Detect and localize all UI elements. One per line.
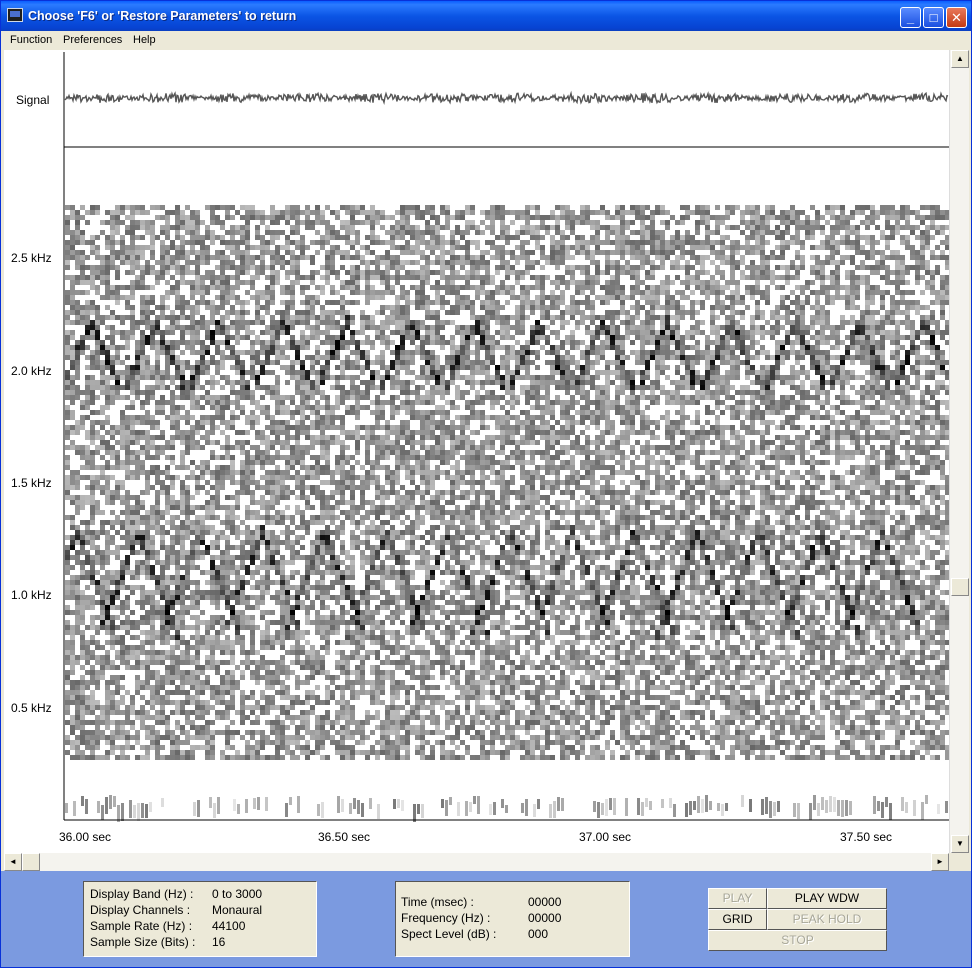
- menu-bar: Function Preferences Help: [1, 31, 971, 50]
- y-tick-label: 2.5 kHz: [11, 251, 52, 265]
- window-title: Choose 'F6' or 'Restore Parameters' to r…: [28, 9, 297, 23]
- setting-value: 44100: [212, 919, 246, 933]
- x-tick-label: 37.00 sec: [579, 830, 632, 844]
- maximize-button[interactable]: □: [923, 7, 944, 28]
- status-panel: Display Band (Hz) : 0 to 3000 Display Ch…: [1, 871, 971, 967]
- readout-value: 00000: [528, 911, 562, 925]
- stop-button[interactable]: STOP: [708, 930, 887, 951]
- setting-value: 16: [212, 935, 226, 949]
- y-tick-label: 1.0 kHz: [11, 588, 52, 602]
- horizontal-scroll-thumb[interactable]: [22, 853, 40, 871]
- minimize-button[interactable]: _: [900, 7, 921, 28]
- spectrogram-image: [65, 205, 949, 822]
- spectrogram-canvas[interactable]: [4, 50, 949, 853]
- setting-label: Sample Size (Bits) :: [90, 935, 196, 949]
- spectrogram-plot[interactable]: Signal 2.5 kHz 2.0 kHz 1.5 kHz 1.0 kHz 0…: [4, 50, 949, 853]
- signal-waveform: [64, 90, 949, 106]
- scroll-down-arrow-icon[interactable]: ▼: [951, 835, 969, 853]
- peak-hold-button[interactable]: PEAK HOLD: [767, 909, 887, 930]
- grid-button[interactable]: GRID: [708, 909, 767, 930]
- x-tick-label: 36.50 sec: [318, 830, 371, 844]
- app-window: Choose 'F6' or 'Restore Parameters' to r…: [0, 0, 972, 968]
- readout-value: 00000: [528, 895, 562, 909]
- y-tick-label: 2.0 kHz: [11, 364, 52, 378]
- menu-preferences[interactable]: Preferences: [63, 34, 122, 46]
- scroll-right-arrow-icon[interactable]: ►: [931, 853, 949, 871]
- setting-label: Sample Rate (Hz) :: [90, 919, 193, 933]
- horizontal-scrollbar[interactable]: ◄ ►: [4, 853, 949, 871]
- x-tick-label: 37.50 sec: [840, 830, 893, 844]
- vertical-scroll-thumb[interactable]: [951, 578, 969, 596]
- close-button[interactable]: ✕: [946, 7, 967, 28]
- app-monitor-icon[interactable]: [7, 8, 23, 22]
- setting-label: Display Band (Hz) :: [90, 887, 194, 901]
- y-tick-label: 0.5 kHz: [11, 701, 52, 715]
- readout-value: 000: [528, 927, 549, 941]
- vertical-scrollbar[interactable]: ▲ ▼: [949, 50, 969, 853]
- x-tick-label: 36.00 sec: [59, 830, 112, 844]
- play-window-button[interactable]: PLAY WDW: [767, 888, 887, 909]
- readout-label: Spect Level (dB) :: [401, 927, 497, 941]
- y-tick-label: 1.5 kHz: [11, 476, 52, 490]
- settings-info-box: Display Band (Hz) : 0 to 3000 Display Ch…: [83, 881, 317, 957]
- setting-value: 0 to 3000: [212, 887, 263, 901]
- cursor-readout-box: Time (msec) : 00000 Frequency (Hz) : 000…: [395, 881, 630, 957]
- play-button[interactable]: PLAY: [708, 888, 767, 909]
- setting-value: Monaural: [212, 903, 263, 917]
- setting-label: Display Channels :: [90, 903, 191, 917]
- readout-label: Frequency (Hz) :: [401, 911, 491, 925]
- title-bar[interactable]: Choose 'F6' or 'Restore Parameters' to r…: [1, 1, 971, 31]
- scroll-left-arrow-icon[interactable]: ◄: [4, 853, 22, 871]
- menu-help[interactable]: Help: [133, 34, 156, 46]
- readout-label: Time (msec) :: [401, 895, 474, 909]
- signal-label: Signal: [16, 93, 50, 107]
- menu-function[interactable]: Function: [10, 34, 52, 46]
- scroll-up-arrow-icon[interactable]: ▲: [951, 50, 969, 68]
